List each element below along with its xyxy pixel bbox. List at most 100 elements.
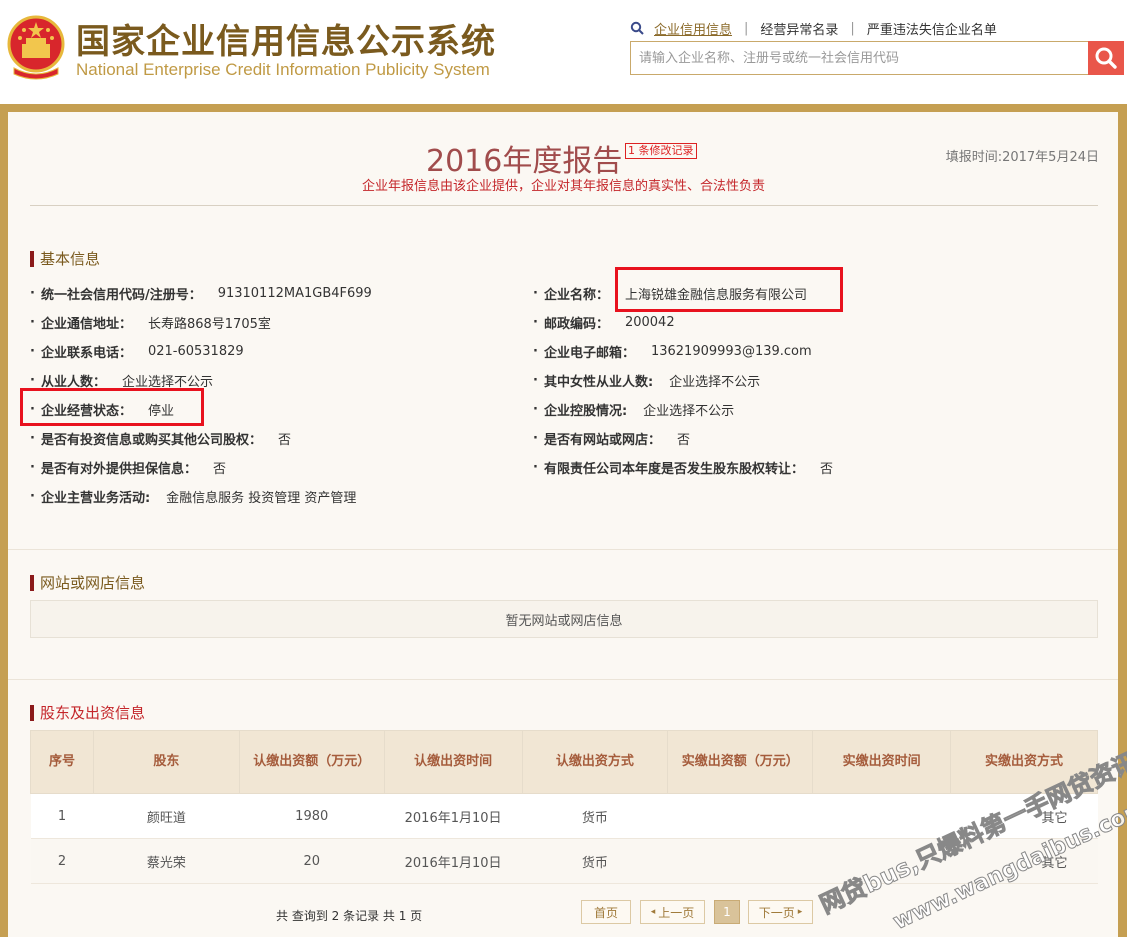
- info-label: 其中女性从业人数:: [543, 375, 654, 390]
- info-credit-code: · 统一社会信用代码/注册号： 91310112MA1GB4F699: [30, 286, 372, 303]
- section-basic-info: 基本信息: [30, 248, 100, 269]
- table-cell: 2016年1月10日: [384, 838, 523, 884]
- pager-prev-label: 上一页: [658, 905, 695, 920]
- info-label: 企业控股情况:: [543, 404, 628, 419]
- table-cell: 颜旺道: [93, 793, 240, 839]
- section-title: 网站或网店信息: [40, 574, 146, 592]
- nav-separator: |: [744, 20, 749, 36]
- info-equity-transfer: · 有限责任公司本年度是否发生股东股权转让： 否: [533, 460, 833, 477]
- table-cell: 其它: [950, 838, 1098, 884]
- modification-record-link[interactable]: 1 条修改记录: [625, 143, 697, 159]
- search-icon: [1095, 47, 1117, 69]
- info-value: 91310112MA1GB4F699: [217, 286, 372, 301]
- info-label: 有限责任公司本年度是否发生股东股权转让：: [543, 462, 804, 477]
- info-label: 统一社会信用代码/注册号：: [40, 288, 202, 303]
- site-title-en: National Enterprise Credit Information P…: [76, 60, 490, 79]
- info-label: 企业联系电话：: [40, 346, 132, 361]
- site-title-cn: 国家企业信用信息公示系统: [76, 22, 496, 62]
- info-label: 是否有投资信息或购买其他公司股权：: [40, 433, 262, 448]
- website-empty-message: 暂无网站或网店信息: [30, 600, 1098, 638]
- column-header: 股东: [92, 730, 240, 794]
- table-header-row: 序号 股东 认缴出资额（万元） 认缴出资时间 认缴出资方式 实缴出资额（万元） …: [30, 730, 1098, 794]
- info-value: 否: [212, 462, 226, 477]
- info-investment: · 是否有投资信息或购买其他公司股权： 否: [30, 431, 291, 448]
- info-postal-code: · 邮政编码： 200042: [533, 315, 675, 332]
- pager-next-button[interactable]: 下一页 ▸: [748, 900, 813, 924]
- shareholders-table: 序号 股东 认缴出资额（万元） 认缴出资时间 认缴出资方式 实缴出资额（万元） …: [30, 730, 1098, 884]
- table-cell: 货币: [522, 793, 668, 839]
- table-cell: [667, 838, 813, 884]
- table-cell: [812, 793, 951, 839]
- table-cell: 货币: [522, 838, 668, 884]
- search-icon: [630, 21, 644, 35]
- info-label: 是否有对外提供担保信息：: [40, 462, 197, 477]
- table-cell: 2: [30, 838, 94, 884]
- pager-prev-button[interactable]: ◂ 上一页: [640, 900, 705, 924]
- pager-current-page[interactable]: 1: [714, 900, 740, 924]
- info-value: 200042: [624, 315, 675, 330]
- info-label: 企业电子邮箱：: [543, 346, 635, 361]
- national-emblem-icon: [7, 15, 65, 80]
- column-header: 认缴出资时间: [383, 730, 523, 794]
- section-divider: [8, 679, 1118, 680]
- table-cell: [812, 838, 951, 884]
- section-marker: [30, 250, 34, 267]
- info-holding: · 企业控股情况: 企业选择不公示: [533, 402, 735, 419]
- chevron-right-icon: ▸: [797, 907, 803, 917]
- info-value: 021-60531829: [147, 344, 244, 359]
- info-main-business: · 企业主营业务活动: 金融信息服务 投资管理 资产管理: [30, 489, 357, 506]
- report-title: 2016年度报告: [426, 144, 623, 179]
- table-cell: 2016年1月10日: [384, 793, 523, 839]
- table-cell: 蔡光荣: [93, 838, 240, 884]
- table-cell: 1: [30, 793, 94, 839]
- info-label: 企业名称：: [543, 288, 609, 303]
- table-cell: [667, 793, 813, 839]
- info-value: 企业选择不公示: [643, 404, 735, 419]
- table-cell: 其它: [950, 793, 1098, 839]
- divider: [30, 205, 1098, 206]
- info-address: · 企业通信地址： 长寿路868号1705室: [30, 315, 271, 332]
- column-header: 实缴出资时间: [812, 730, 952, 794]
- search-button[interactable]: [1088, 41, 1124, 75]
- info-female-employees: · 其中女性从业人数: 企业选择不公示: [533, 373, 761, 390]
- section-marker: [30, 704, 34, 721]
- column-header: 认缴出资额（万元）: [238, 730, 385, 794]
- nav-enterprise-credit[interactable]: 企业信用信息: [654, 19, 732, 38]
- info-label: 企业主营业务活动:: [40, 491, 151, 506]
- nav-abnormal-list[interactable]: 经营异常名录: [760, 19, 838, 38]
- chevron-left-icon: ◂: [650, 907, 656, 917]
- section-website: 网站或网店信息: [30, 572, 145, 593]
- info-label: 是否有网站或网店：: [543, 433, 661, 448]
- site-header: 国家企业信用信息公示系统 National Enterprise Credit …: [0, 0, 1127, 98]
- table-cell: 20: [239, 838, 385, 884]
- report-disclaimer: 企业年报信息由该企业提供，企业对其年报信息的真实性、合法性负责: [361, 179, 765, 194]
- table-row: 1 颜旺道 1980 2016年1月10日 货币 其它: [30, 793, 1098, 839]
- section-title: 基本信息: [40, 250, 101, 268]
- fill-time: 填报时间:2017年5月24日: [945, 150, 1099, 165]
- table-row: 2 蔡光荣 20 2016年1月10日 货币 其它: [30, 838, 1098, 884]
- info-value: 金融信息服务 投资管理 资产管理: [166, 491, 357, 506]
- nav-blacklist[interactable]: 严重违法失信企业名单: [867, 19, 997, 38]
- info-value: 否: [819, 462, 833, 477]
- info-website: · 是否有网站或网店： 否: [533, 431, 690, 448]
- column-header: 认缴出资方式: [521, 730, 669, 794]
- info-value: 企业选择不公示: [669, 375, 761, 390]
- info-value: 否: [277, 433, 291, 448]
- info-guarantee: · 是否有对外提供担保信息： 否: [30, 460, 226, 477]
- section-divider: [8, 549, 1118, 550]
- top-navigation: 企业信用信息 | 经营异常名录 | 严重违法失信企业名单: [630, 18, 997, 38]
- column-header: 实缴出资方式: [950, 730, 1098, 794]
- pager-next-label: 下一页: [758, 905, 795, 920]
- info-value: 13621909993@139.com: [650, 344, 812, 359]
- info-label: 企业通信地址：: [40, 317, 132, 332]
- info-phone: · 企业联系电话： 021-60531829: [30, 344, 244, 361]
- column-header: 实缴出资额（万元）: [667, 730, 814, 794]
- section-title: 股东及出资信息: [40, 704, 146, 722]
- info-value: 否: [676, 433, 690, 448]
- column-header: 序号: [30, 730, 94, 794]
- section-marker: [30, 574, 34, 591]
- search-input[interactable]: [630, 41, 1088, 75]
- section-shareholders: 股东及出资信息: [30, 702, 145, 723]
- table-cell: 1980: [239, 793, 385, 839]
- pager-first-button[interactable]: 首页: [581, 900, 631, 924]
